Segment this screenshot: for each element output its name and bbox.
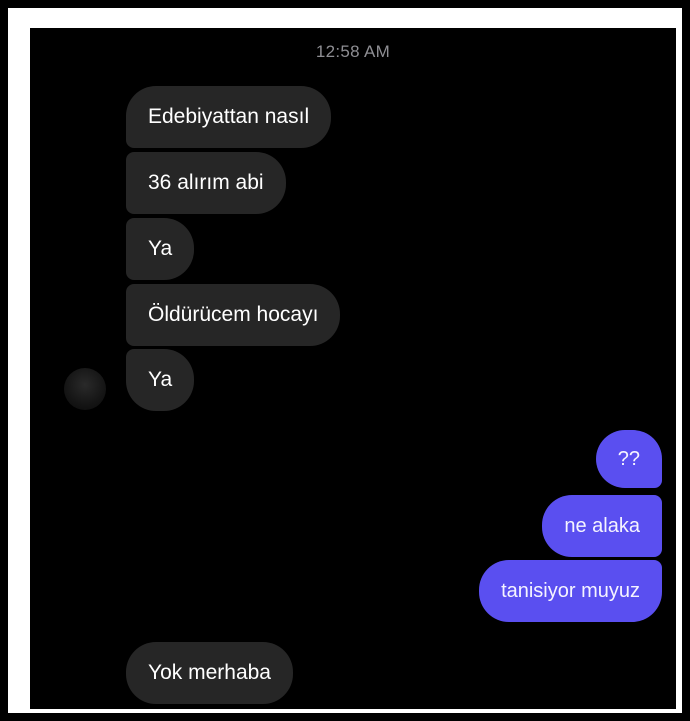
message-bubble-outgoing[interactable]: tanisiyor muyuz xyxy=(479,560,662,622)
message-bubble-outgoing[interactable]: ne alaka xyxy=(542,495,662,557)
chat-screen: 12:58 AM Edebiyattan nasıl 36 alırım abi… xyxy=(30,28,676,709)
message-bubble-incoming[interactable]: Öldürücem hocayı xyxy=(126,284,341,346)
message-bubble-incoming[interactable]: 36 alırım abi xyxy=(126,152,286,214)
message-bubble-incoming[interactable]: Yok merhaba xyxy=(126,642,293,704)
photo-frame: 12:58 AM Edebiyattan nasıl 36 alırım abi… xyxy=(0,0,690,721)
message-bubble-incoming[interactable]: Edebiyattan nasıl xyxy=(126,86,332,148)
message-timestamp: 12:58 AM xyxy=(315,42,391,61)
photo-border: 12:58 AM Edebiyattan nasıl 36 alırım abi… xyxy=(8,8,682,713)
message-bubble-incoming[interactable]: Ya xyxy=(126,218,195,280)
contact-avatar-icon[interactable] xyxy=(64,368,106,410)
message-bubble-outgoing[interactable]: ?? xyxy=(595,430,662,488)
message-bubble-incoming[interactable]: Ya xyxy=(126,349,195,411)
